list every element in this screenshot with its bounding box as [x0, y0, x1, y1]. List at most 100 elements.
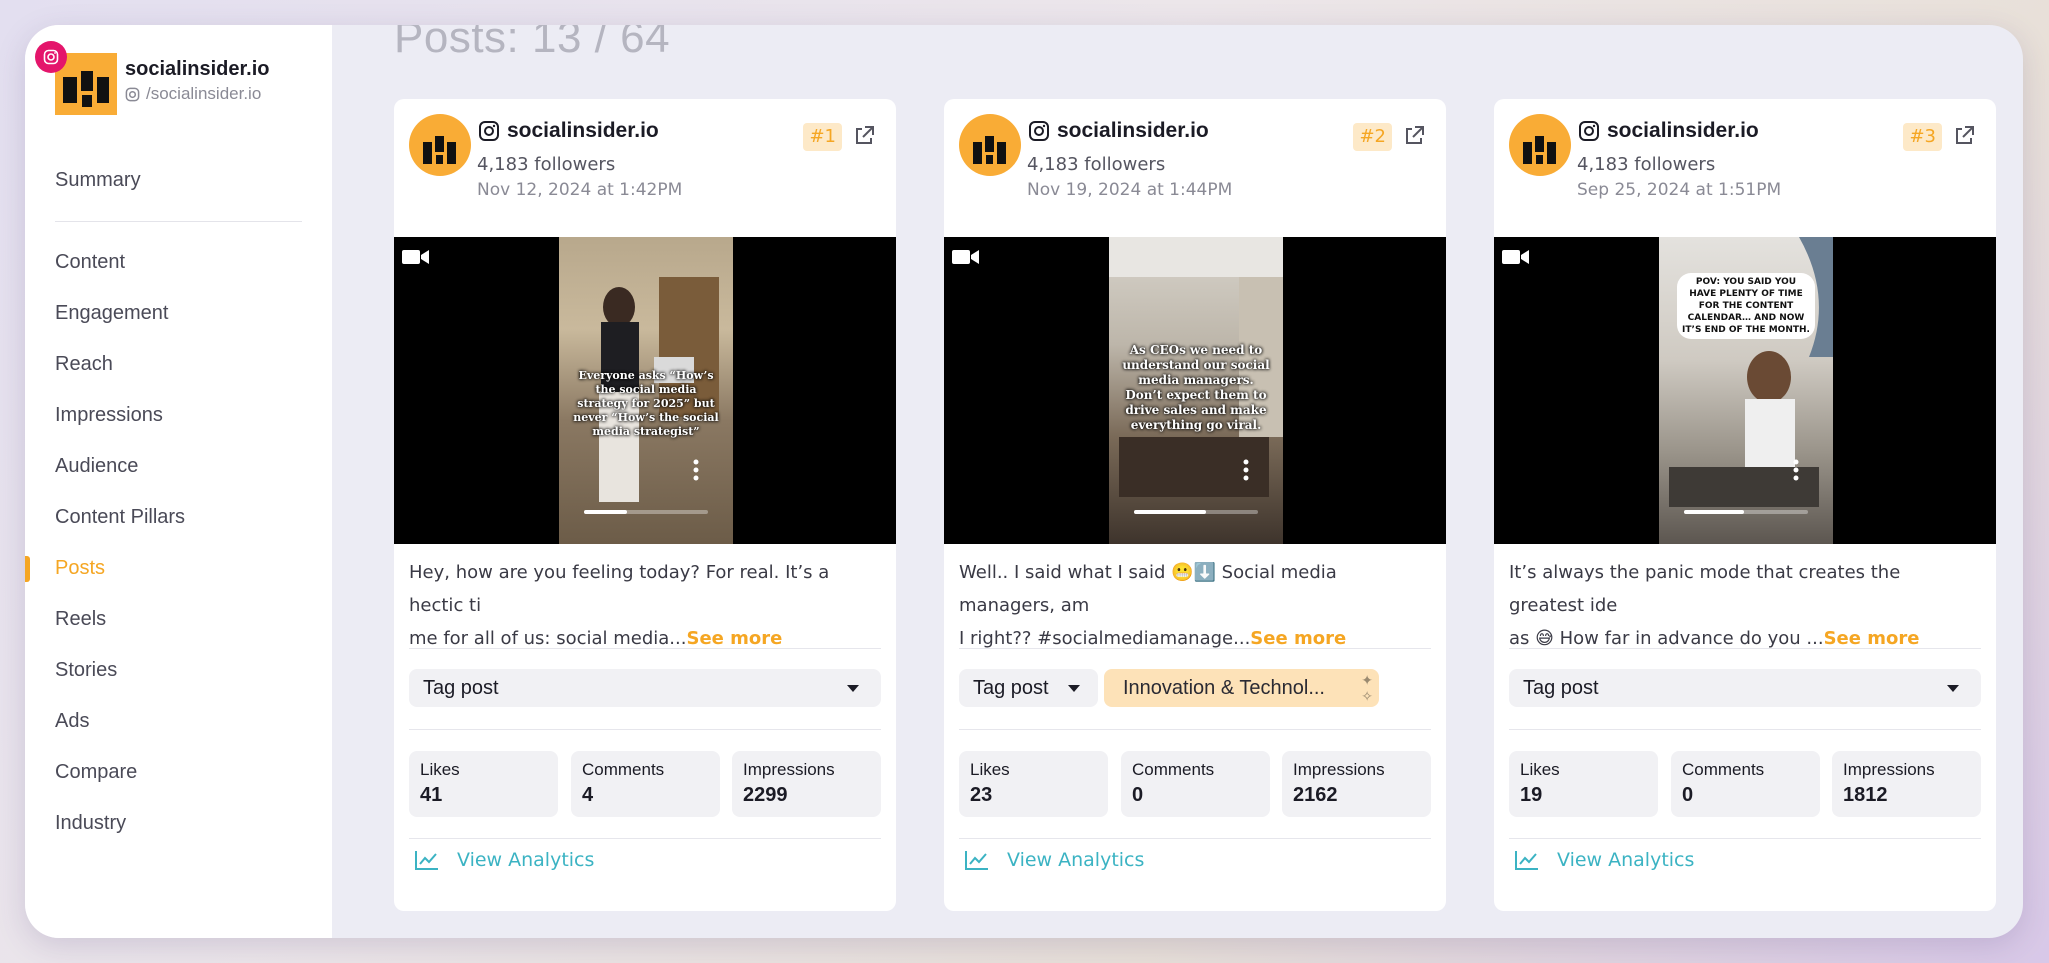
- metric-label: Likes: [420, 760, 460, 779]
- post-thumbnail: POV: YOU SAID YOU HAVE PLENTY OF TIME FO…: [1659, 237, 1833, 544]
- line-chart-icon: [1515, 851, 1538, 870]
- sidebar-item-content[interactable]: Content: [25, 237, 332, 288]
- divider: [1509, 838, 1981, 839]
- metric-value: 23: [970, 784, 993, 806]
- more-options-icon: [693, 459, 699, 481]
- post-caption: Hey, how are you feeling today? For real…: [409, 556, 881, 655]
- divider: [409, 648, 881, 649]
- likes-metric: Likes 41: [409, 751, 558, 817]
- account-name[interactable]: socialinsider.io: [1607, 119, 1759, 143]
- metric-value: 0: [1132, 784, 1144, 806]
- sidebar-item-content-pillars[interactable]: Content Pillars: [25, 492, 332, 543]
- content-pillar-tag[interactable]: Innovation & Technol... ✦ ✧: [1104, 669, 1379, 707]
- chevron-down-icon: [1068, 685, 1080, 692]
- sidebar-item-stories[interactable]: Stories: [25, 645, 332, 696]
- metric-label: Comments: [582, 760, 665, 779]
- thumbnail-caption: Everyone asks “How’s the social media st…: [573, 369, 719, 438]
- thumbnail-caption: POV: YOU SAID YOU HAVE PLENTY OF TIME FO…: [1677, 273, 1815, 339]
- caption-line: as 😅 How far in advance do you ...: [1509, 628, 1824, 649]
- sidebar-item-engagement[interactable]: Engagement: [25, 288, 332, 339]
- view-analytics-link[interactable]: View Analytics: [959, 842, 1144, 878]
- instagram-icon: [1579, 121, 1599, 141]
- view-analytics-label: View Analytics: [457, 849, 595, 871]
- sidebar-item-industry[interactable]: Industry: [25, 798, 332, 849]
- video-progress-fill: [1134, 510, 1206, 514]
- view-analytics-label: View Analytics: [1557, 849, 1695, 871]
- divider: [959, 648, 1431, 649]
- rank-badge: #1: [803, 123, 842, 151]
- metric-label: Likes: [1520, 760, 1560, 779]
- metric-label: Impressions: [743, 760, 835, 779]
- followers-count: 4,183 followers: [1577, 154, 1716, 175]
- metric-value: 0: [1682, 784, 1694, 806]
- metric-value: 2162: [1293, 784, 1338, 806]
- external-link-icon[interactable]: [1402, 124, 1426, 148]
- post-media[interactable]: As CEOs we need to understand our social…: [944, 237, 1446, 544]
- sidebar-item-audience[interactable]: Audience: [25, 441, 332, 492]
- divider: [1509, 729, 1981, 730]
- tag-post-select[interactable]: Tag post: [1509, 669, 1981, 707]
- see-more-link[interactable]: See more: [686, 628, 782, 649]
- account-name[interactable]: socialinsider.io: [1057, 119, 1209, 143]
- metric-value: 41: [420, 784, 443, 806]
- tag-post-label: Tag post: [1523, 677, 1599, 699]
- sidebar-item-summary[interactable]: Summary: [25, 155, 332, 206]
- tag-post-select[interactable]: Tag post: [959, 669, 1098, 707]
- impressions-metric: Impressions 2299: [732, 751, 881, 817]
- video-progress-fill: [1684, 510, 1744, 514]
- account-name[interactable]: socialinsider.io: [507, 119, 659, 143]
- tag-post-select[interactable]: Tag post: [409, 669, 881, 707]
- video-progress-fill: [584, 510, 628, 514]
- video-camera-icon: [1502, 250, 1529, 264]
- post-card: socialinsider.io 4,183 followers Nov 19,…: [944, 99, 1446, 911]
- post-date: Sep 25, 2024 at 1:51PM: [1577, 180, 1782, 200]
- see-more-link[interactable]: See more: [1824, 628, 1920, 649]
- post-caption: Well.. I said what I said 😬⬇️ Social med…: [959, 556, 1431, 655]
- caption-line: Hey, how are you feeling today? For real…: [409, 562, 830, 616]
- view-analytics-link[interactable]: View Analytics: [409, 842, 594, 878]
- video-progress-bar: [1684, 510, 1808, 514]
- sidebar-item-reels[interactable]: Reels: [25, 594, 332, 645]
- likes-metric: Likes 19: [1509, 751, 1658, 817]
- tag-post-label: Tag post: [973, 677, 1049, 699]
- main-content: Posts: 13 / 64 socialinsider.io 4,183 fo…: [332, 25, 2023, 938]
- avatar: [959, 114, 1021, 176]
- post-card: socialinsider.io 4,183 followers Sep 25,…: [1494, 99, 1996, 911]
- post-media[interactable]: POV: YOU SAID YOU HAVE PLENTY OF TIME FO…: [1494, 237, 1996, 544]
- post-media[interactable]: Everyone asks “How’s the social media st…: [394, 237, 896, 544]
- sparkle-icon: ✦ ✧: [1361, 672, 1373, 704]
- sidebar-item-reach[interactable]: Reach: [25, 339, 332, 390]
- followers-count: 4,183 followers: [1027, 154, 1166, 175]
- metric-value: 1812: [1843, 784, 1888, 806]
- post-card: socialinsider.io 4,183 followers Nov 12,…: [394, 99, 896, 911]
- comments-metric: Comments 0: [1121, 751, 1270, 817]
- sidebar-item-compare[interactable]: Compare: [25, 747, 332, 798]
- external-link-icon[interactable]: [1952, 124, 1976, 148]
- comments-metric: Comments 4: [571, 751, 720, 817]
- instagram-badge-icon: [35, 41, 67, 73]
- metric-label: Comments: [1682, 760, 1765, 779]
- divider: [959, 729, 1431, 730]
- line-chart-icon: [965, 851, 988, 870]
- caption-line: me for all of us: social media...: [409, 628, 687, 649]
- app-window: socialinsider.io /socialinsider.io Summa…: [25, 25, 2023, 938]
- divider: [959, 838, 1431, 839]
- impressions-metric: Impressions 2162: [1282, 751, 1431, 817]
- video-camera-icon: [402, 250, 429, 264]
- rank-badge: #2: [1353, 123, 1392, 151]
- external-link-icon[interactable]: [852, 124, 876, 148]
- divider: [409, 729, 881, 730]
- profile-header[interactable]: socialinsider.io /socialinsider.io: [35, 41, 315, 117]
- sidebar-item-posts[interactable]: Posts: [25, 543, 332, 594]
- see-more-link[interactable]: See more: [1250, 628, 1346, 649]
- tag-post-label: Tag post: [423, 677, 499, 699]
- followers-count: 4,183 followers: [477, 154, 616, 175]
- sidebar: socialinsider.io /socialinsider.io Summa…: [25, 25, 332, 938]
- impressions-metric: Impressions 1812: [1832, 751, 1981, 817]
- sidebar-item-impressions[interactable]: Impressions: [25, 390, 332, 441]
- video-camera-icon: [952, 250, 979, 264]
- metric-label: Likes: [970, 760, 1010, 779]
- view-analytics-link[interactable]: View Analytics: [1509, 842, 1694, 878]
- sidebar-item-ads[interactable]: Ads: [25, 696, 332, 747]
- instagram-icon: [479, 121, 499, 141]
